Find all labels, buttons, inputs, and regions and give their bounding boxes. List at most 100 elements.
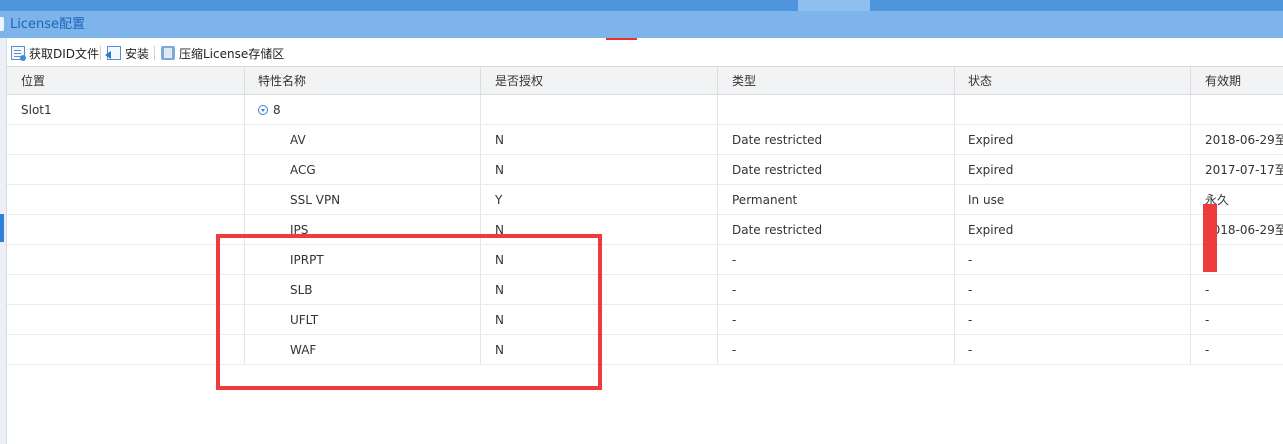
status-cell: Expired: [968, 222, 1014, 237]
table-header-row: 位置 特性名称 是否授权 类型 状态 有效期: [7, 67, 1283, 95]
column-divider: [717, 275, 718, 304]
column-divider: [717, 335, 718, 364]
column-divider: [244, 155, 245, 184]
type-cell: Date restricted: [732, 132, 823, 147]
install-button[interactable]: 安装: [105, 44, 150, 62]
window-title-bar: License配置: [0, 11, 1283, 38]
licensed-cell: Y: [495, 192, 503, 207]
feature-name-cell: AV: [290, 132, 306, 147]
validity-cell: -: [1205, 312, 1210, 327]
document-icon: [11, 46, 26, 61]
column-header-feature-name[interactable]: 特性名称: [258, 67, 478, 94]
column-divider: [244, 95, 245, 124]
left-sidebar-strip: [0, 38, 7, 444]
column-divider: [480, 155, 481, 184]
column-header-status[interactable]: 状态: [968, 67, 1188, 94]
column-header-type[interactable]: 类型: [732, 67, 952, 94]
status-cell: -: [968, 312, 973, 327]
column-divider: [717, 67, 718, 94]
column-divider: [1190, 125, 1191, 154]
table-row[interactable]: IPS N Date restricted Expired 2018-06-29…: [7, 215, 1283, 245]
column-divider: [1190, 335, 1191, 364]
window-title: License配置: [10, 17, 86, 32]
column-divider: [954, 335, 955, 364]
license-table: 位置 特性名称 是否授权 类型 状态 有效期 Slot1 8 AV N Date…: [7, 67, 1283, 365]
compress-icon: [161, 46, 175, 60]
column-divider: [954, 305, 955, 334]
column-divider: [717, 185, 718, 214]
validity-cell: -: [1205, 282, 1210, 297]
toolbar-separator: [154, 46, 155, 60]
table-row[interactable]: WAF N - - -: [7, 335, 1283, 365]
table-row[interactable]: UFLT N - - -: [7, 305, 1283, 335]
feature-name-cell: SSL VPN: [290, 192, 341, 207]
compress-license-storage-label: 压缩License存储区: [179, 46, 285, 61]
column-divider: [244, 125, 245, 154]
status-cell: -: [968, 342, 973, 357]
column-divider: [1190, 245, 1191, 274]
column-header-licensed[interactable]: 是否授权: [495, 67, 715, 94]
type-cell: -: [732, 312, 737, 327]
column-divider: [954, 185, 955, 214]
top-tab-strip: [0, 0, 1283, 11]
column-divider: [1190, 305, 1191, 334]
annotation-highlight-box: [216, 234, 602, 390]
column-divider: [954, 95, 955, 124]
table-row[interactable]: SLB N - - -: [7, 275, 1283, 305]
panel-collapse-icon[interactable]: [0, 17, 4, 31]
type-cell: Date restricted: [732, 162, 823, 177]
column-divider: [717, 245, 718, 274]
column-divider: [954, 215, 955, 244]
type-cell: -: [732, 342, 737, 357]
column-divider: [244, 67, 245, 94]
feature-count: 8: [273, 102, 281, 117]
column-header-location[interactable]: 位置: [21, 67, 241, 94]
column-divider: [480, 185, 481, 214]
redaction-mark-right: [1203, 204, 1217, 272]
table-row[interactable]: IPRPT N - -: [7, 245, 1283, 275]
table-row[interactable]: ACG N Date restricted Expired 2017-07-17…: [7, 155, 1283, 185]
status-cell: Expired: [968, 162, 1014, 177]
column-divider: [1190, 155, 1191, 184]
column-divider: [717, 155, 718, 184]
column-divider: [954, 67, 955, 94]
column-divider: [1190, 275, 1191, 304]
toolbar-separator: [100, 46, 101, 60]
column-divider: [1190, 185, 1191, 214]
column-divider: [1190, 67, 1191, 94]
compress-license-storage-button[interactable]: 压缩License存储区: [161, 44, 284, 62]
table-row[interactable]: SSL VPN Y Permanent In use 永久: [7, 185, 1283, 215]
column-divider: [717, 95, 718, 124]
get-did-file-label: 获取DID文件: [29, 46, 100, 61]
feature-name-cell: ACG: [290, 162, 316, 177]
get-did-file-button[interactable]: 获取DID文件: [11, 44, 99, 62]
toolbar: 获取DID文件 安装 压缩License存储区: [7, 40, 1283, 67]
top-tab-highlight[interactable]: [798, 0, 870, 11]
table-row[interactable]: AV N Date restricted Expired 2018-06-29至…: [7, 125, 1283, 155]
status-cell: In use: [968, 192, 1005, 207]
install-label: 安装: [125, 46, 150, 61]
column-divider: [717, 215, 718, 244]
type-cell: Permanent: [732, 192, 798, 207]
column-divider: [1190, 215, 1191, 244]
licensed-cell: N: [495, 162, 504, 177]
column-header-validity[interactable]: 有效期: [1205, 67, 1283, 94]
install-icon: [105, 46, 121, 60]
status-cell: Expired: [968, 132, 1014, 147]
licensed-cell: N: [495, 132, 504, 147]
column-divider: [954, 275, 955, 304]
status-cell: -: [968, 282, 973, 297]
sidebar-active-marker: [0, 214, 4, 242]
column-divider: [1190, 95, 1191, 124]
column-divider: [717, 125, 718, 154]
column-divider: [244, 185, 245, 214]
status-cell: -: [968, 252, 973, 267]
column-divider: [954, 155, 955, 184]
column-divider: [480, 95, 481, 124]
type-cell: -: [732, 282, 737, 297]
type-cell: -: [732, 252, 737, 267]
column-divider: [480, 67, 481, 94]
table-group-row[interactable]: Slot1 8: [7, 95, 1283, 125]
column-divider: [717, 305, 718, 334]
expand-circle-icon[interactable]: [258, 104, 268, 115]
